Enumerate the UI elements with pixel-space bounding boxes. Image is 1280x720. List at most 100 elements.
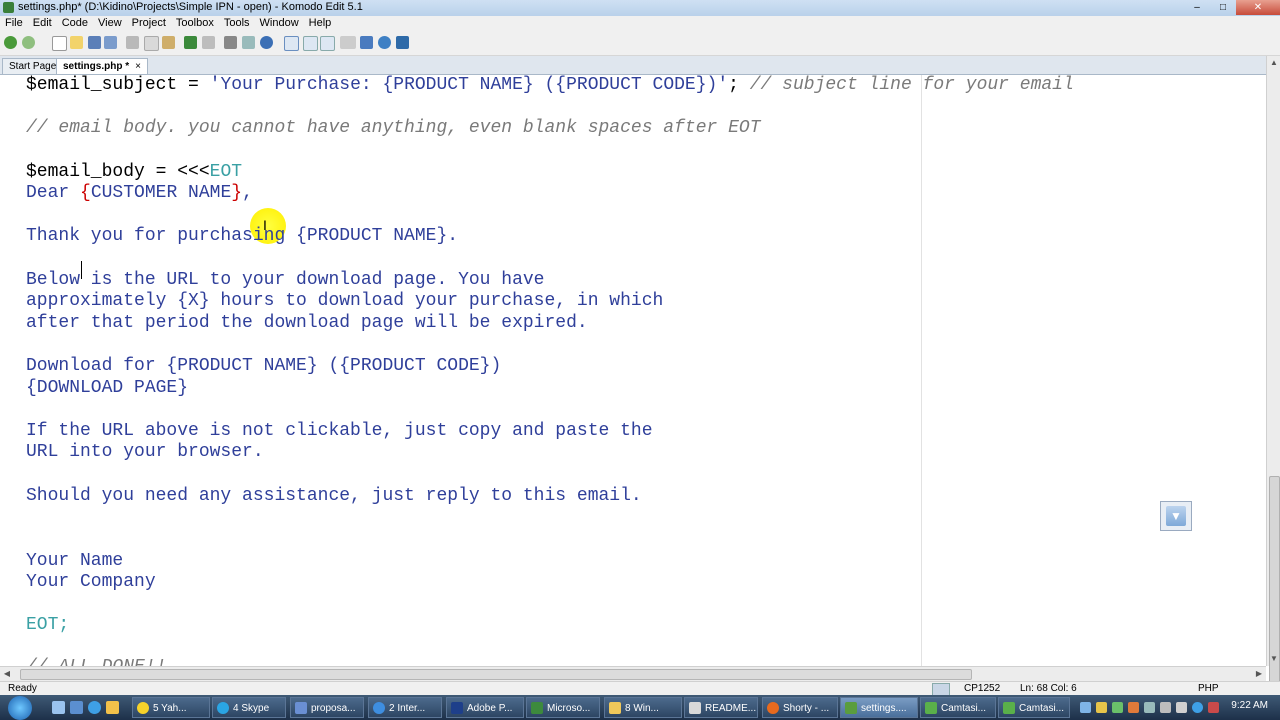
float-down-button[interactable]: ▼ <box>1160 501 1192 531</box>
fullscreen-icon[interactable] <box>340 36 356 49</box>
tray-icon[interactable] <box>1208 702 1219 713</box>
skype-icon <box>217 702 229 714</box>
tray-icon[interactable] <box>1192 702 1203 713</box>
task-item[interactable]: 2 Inter... <box>368 697 442 718</box>
code-line: // ALL DONE!! <box>26 657 166 666</box>
menu-window[interactable]: Window <box>255 16 304 31</box>
task-item[interactable]: Camtasi... <box>998 697 1070 718</box>
print-icon[interactable] <box>224 36 237 49</box>
task-item[interactable]: Adobe P... <box>446 697 524 718</box>
toggle-bottom-pane-icon[interactable] <box>303 36 318 51</box>
toolbar <box>0 31 1280 56</box>
task-item[interactable]: Microso... <box>526 697 600 718</box>
code-line: Should you need any assistance, just rep… <box>26 486 642 506</box>
task-item[interactable]: Camtasi... <box>920 697 996 718</box>
code-line: URL into your browser. <box>26 442 264 462</box>
scroll-up-icon[interactable]: ▲ <box>1267 56 1280 70</box>
horizontal-scroll-thumb[interactable] <box>20 669 972 680</box>
code-line: $email_subject = 'Your Purchase: {PRODUC… <box>26 75 1074 95</box>
toggle-left-pane-icon[interactable] <box>284 36 299 51</box>
edge-line <box>921 75 922 666</box>
code-editor[interactable]: $email_subject = 'Your Purchase: {PRODUC… <box>0 75 1266 666</box>
tray-icon[interactable] <box>1112 702 1123 713</box>
save-icon[interactable] <box>88 36 101 49</box>
menu-code[interactable]: Code <box>57 16 93 31</box>
task-item[interactable]: 4 Skype <box>212 697 286 718</box>
browser-preview-icon[interactable] <box>260 36 273 49</box>
code-line: Dear {CUSTOMER NAME}, <box>26 183 253 203</box>
task-item[interactable]: proposa... <box>290 697 364 718</box>
tray-icon[interactable] <box>1080 702 1091 713</box>
start-button[interactable] <box>8 696 32 720</box>
horizontal-scrollbar[interactable]: ◀ ▶ <box>0 666 1266 681</box>
scroll-right-icon[interactable]: ▶ <box>1252 667 1266 681</box>
ie-icon[interactable] <box>88 701 101 714</box>
excel-icon <box>531 702 543 714</box>
back-icon[interactable] <box>4 36 17 49</box>
code-line: Download for {PRODUCT NAME} ({PRODUCT CO… <box>26 356 502 376</box>
ibeam-cursor-icon: I <box>263 217 267 233</box>
task-item[interactable]: Shorty - ... <box>762 697 838 718</box>
toggle-right-pane-icon[interactable] <box>320 36 335 51</box>
status-language[interactable]: PHP <box>1198 683 1219 694</box>
text-caret <box>81 261 82 279</box>
menu-help[interactable]: Help <box>304 16 337 31</box>
scroll-down-icon[interactable]: ▼ <box>1267 652 1280 666</box>
code-line: after that period the download page will… <box>26 313 588 333</box>
volume-icon[interactable] <box>1176 702 1187 713</box>
code-line: Below is the URL to your download page. … <box>26 270 545 290</box>
toolbox-icon[interactable] <box>396 36 409 49</box>
code-line: {DOWNLOAD PAGE} <box>26 378 189 398</box>
tray-icon[interactable] <box>1144 702 1155 713</box>
minimize-button[interactable]: – <box>1184 0 1210 15</box>
arrow-down-icon: ▼ <box>1166 506 1186 526</box>
close-tab-icon[interactable]: × <box>135 61 141 72</box>
switch-windows-icon[interactable] <box>70 701 83 714</box>
ie-icon <box>373 702 385 714</box>
network-icon[interactable] <box>1160 702 1171 713</box>
status-bar: Ready CP1252 Ln: 68 Col: 6 PHP <box>0 681 1280 696</box>
task-item[interactable]: settings.... <box>840 697 918 718</box>
paste-icon[interactable] <box>162 36 175 49</box>
status-encoding[interactable]: CP1252 <box>964 683 1000 694</box>
copy-icon[interactable] <box>144 36 159 51</box>
tab-start-page[interactable]: Start Page <box>2 58 64 74</box>
save-all-icon[interactable] <box>104 36 117 49</box>
window-title: settings.php* (D:\Kidino\Projects\Simple… <box>18 1 363 13</box>
cut-icon[interactable] <box>126 36 139 49</box>
status-position: Ln: 68 Col: 6 <box>1020 683 1077 694</box>
sync-icon[interactable] <box>378 36 391 49</box>
menu-project[interactable]: Project <box>127 16 171 31</box>
screenshot-icon[interactable] <box>360 36 373 49</box>
tray-icon[interactable] <box>1128 702 1139 713</box>
menu-tools[interactable]: Tools <box>219 16 255 31</box>
menu-file[interactable]: File <box>0 16 28 31</box>
preview-icon[interactable] <box>242 36 255 49</box>
close-button[interactable]: ✕ <box>1236 0 1280 15</box>
scroll-left-icon[interactable]: ◀ <box>0 667 14 681</box>
editor-margin <box>0 75 20 666</box>
undo-icon[interactable] <box>184 36 197 49</box>
show-desktop-icon[interactable] <box>52 701 65 714</box>
tab-settings-php[interactable]: settings.php * × <box>56 58 148 74</box>
menu-edit[interactable]: Edit <box>28 16 57 31</box>
taskbar-clock[interactable]: 9:22 AM <box>1231 700 1268 711</box>
komodo-icon <box>845 702 857 714</box>
maximize-button[interactable]: □ <box>1210 0 1236 15</box>
camtasia-icon <box>1003 702 1015 714</box>
redo-icon[interactable] <box>202 36 215 49</box>
folder-icon[interactable] <box>106 701 119 714</box>
tray-icon[interactable] <box>1096 702 1107 713</box>
open-folder-icon[interactable] <box>70 36 83 49</box>
forward-icon[interactable] <box>22 36 35 49</box>
task-item[interactable]: 5 Yah... <box>132 697 210 718</box>
camtasia-icon <box>925 702 937 714</box>
menu-toolbox[interactable]: Toolbox <box>171 16 219 31</box>
notepad-icon <box>689 702 701 714</box>
tab-bar: Start Page settings.php * × <box>0 56 1280 75</box>
new-file-icon[interactable] <box>52 36 67 51</box>
task-item[interactable]: 8 Win... <box>604 697 682 718</box>
task-item[interactable]: README... <box>684 697 758 718</box>
vertical-scrollbar[interactable]: ▲ ▼ <box>1266 56 1280 696</box>
menu-view[interactable]: View <box>93 16 127 31</box>
